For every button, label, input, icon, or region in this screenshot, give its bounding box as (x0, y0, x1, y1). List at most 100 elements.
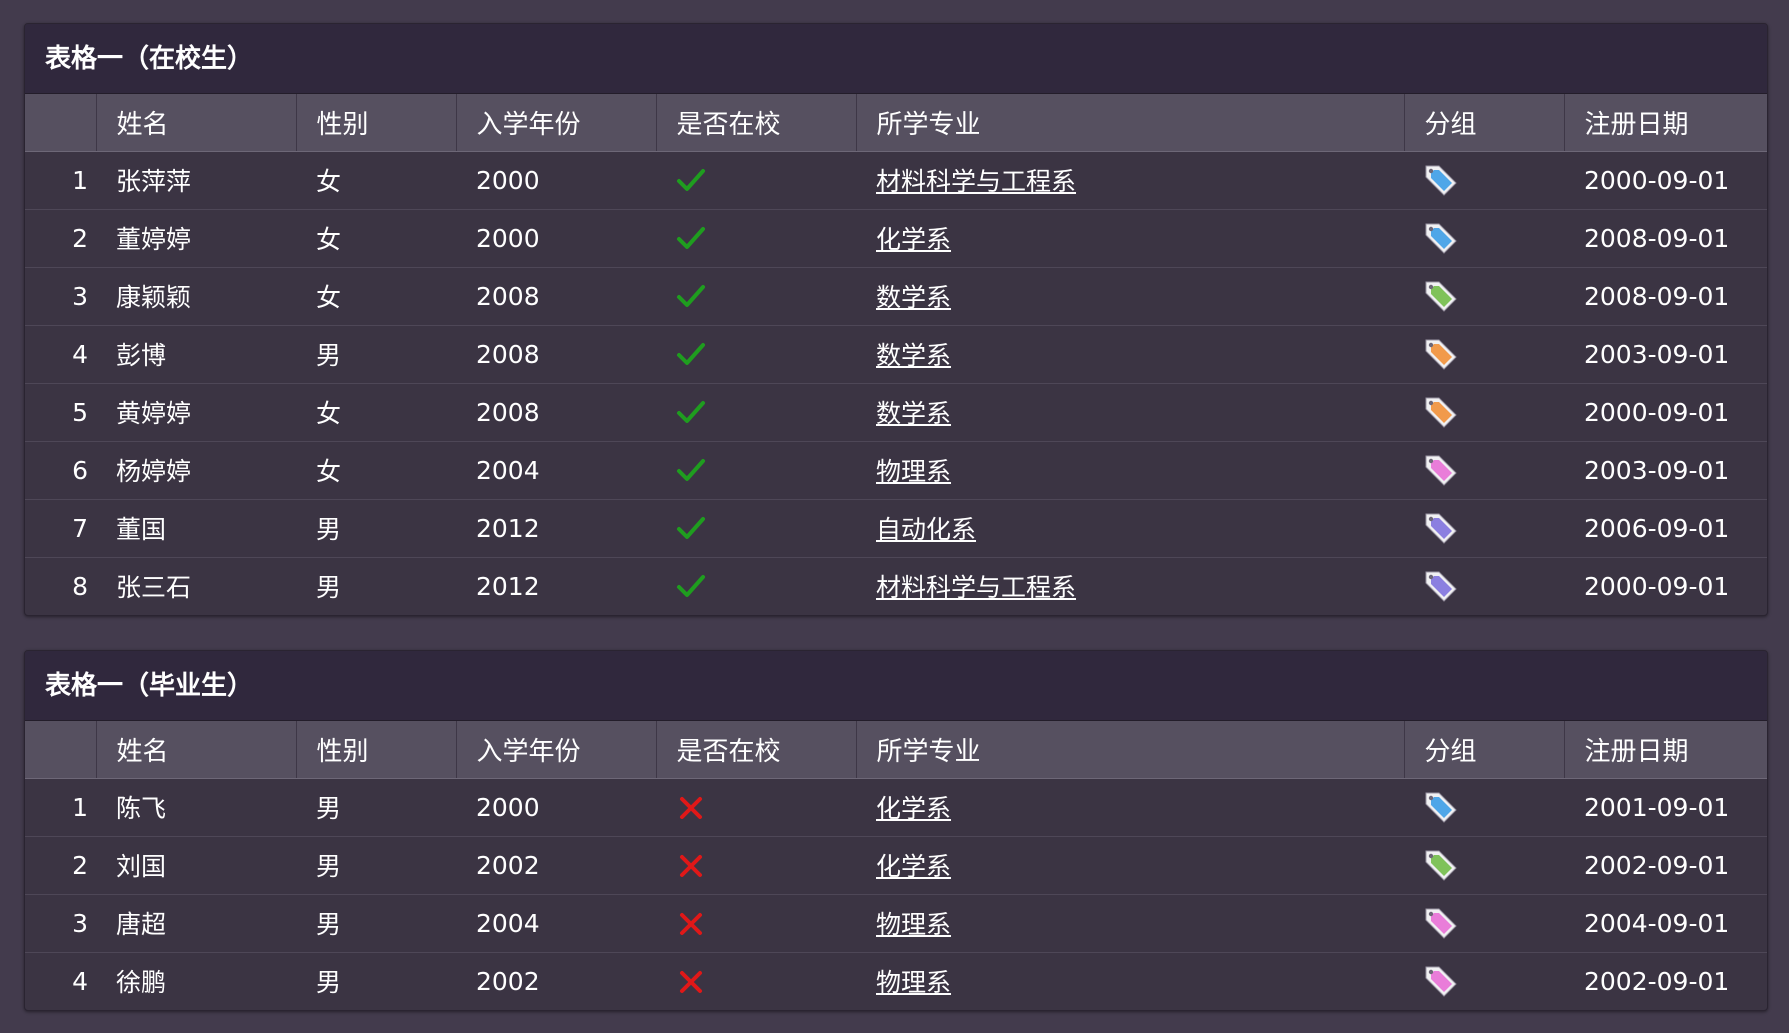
cell-name: 董国 (96, 498, 296, 557)
major-link[interactable]: 数学系 (876, 283, 951, 312)
row-index: 8 (25, 556, 96, 615)
cell-date: 2003-09-01 (1564, 440, 1767, 499)
table-row[interactable]: 2 刘国男 2002 化学系 2002-09-01 (25, 835, 1767, 894)
column-header-group[interactable]: 分组 (1404, 94, 1565, 152)
row-index: 1 (72, 165, 88, 195)
cell-name: 张三石 (96, 556, 296, 615)
tag-pink-icon (1425, 966, 1457, 997)
cell-major: 自动化系 (856, 498, 1404, 557)
cell-enrolled-status (656, 208, 856, 267)
column-header-date[interactable]: 注册日期 (1564, 721, 1767, 779)
cell-date: 2000-09-01 (1564, 556, 1767, 615)
cell-name: 杨婷婷 (96, 440, 296, 499)
cell-date: 2008-09-01 (1564, 266, 1767, 325)
tag-purple-icon (1425, 571, 1457, 602)
check-icon (677, 400, 705, 423)
table-row[interactable]: 3 康颖颖女 2008 数学系 2008-09-01 (25, 266, 1767, 325)
cell-year: 2012 (456, 556, 656, 615)
row-index: 3 (25, 266, 96, 325)
major-link[interactable]: 数学系 (876, 341, 951, 370)
cell-year: 2008 (456, 382, 656, 441)
major-link[interactable]: 材料科学与工程系 (876, 573, 1076, 602)
column-header-major[interactable]: 所学专业 (856, 721, 1405, 779)
column-header-year[interactable]: 入学年份 (456, 721, 657, 779)
cell-name: 彭博 (96, 324, 296, 383)
cell-name: 张萍萍 (116, 167, 192, 196)
cell-major: 材料科学与工程系 (856, 556, 1404, 615)
table-row[interactable]: 6 杨婷婷女 2004 物理系 2003-09-01 (25, 440, 1767, 499)
table-row[interactable]: 4 彭博男 2008 数学系 2003-09-01 (25, 324, 1767, 383)
table-row[interactable]: 3 唐超男 2004 物理系 2004-09-01 (25, 893, 1767, 952)
row-index: 4 (25, 324, 96, 383)
tag-pink-icon (1425, 908, 1457, 939)
table-panel-current-students: 表格一（在校生） 姓名 性别 入学年份 是否在校 所学专业 分组 注册日期 1张… (24, 23, 1768, 616)
major-link[interactable]: 化学系 (876, 852, 951, 881)
cell-date: 2000-09-01 (1564, 382, 1767, 441)
cross-icon (680, 854, 702, 877)
column-header-name[interactable]: 姓名 (96, 94, 297, 152)
cell-major: 数学系 (856, 324, 1404, 383)
panel-title: 表格一（在校生） (25, 24, 1767, 94)
table-row[interactable]: 4 徐鹏男 2002 物理系 2002-09-01 (25, 951, 1767, 1010)
column-header-year[interactable]: 入学年份 (456, 94, 657, 152)
cell-major: 化学系 (856, 778, 1404, 836)
tag-pink-icon (1425, 455, 1457, 486)
cell-year: 2002 (456, 835, 656, 894)
cell-sex: 女 (296, 440, 456, 499)
cell-group (1404, 151, 1564, 209)
cell-group (1404, 208, 1564, 267)
cell-date: 2002-09-01 (1564, 951, 1767, 1010)
column-header-enrolled[interactable]: 是否在校 (656, 721, 857, 779)
tag-blue-icon (1425, 165, 1457, 196)
cell-group (1404, 498, 1564, 557)
table-row[interactable]: 8 张三石男 2012 材料科学与工程系 2000-09-01 (25, 556, 1767, 615)
cell-date: 2002-09-01 (1564, 835, 1767, 894)
cell-group (1404, 835, 1564, 894)
cell-sex: 男 (296, 951, 456, 1010)
row-index: 4 (25, 951, 96, 1010)
table-row[interactable]: 1 张萍萍 女 2000 材料科学与工程系 2000-09-01 (25, 151, 1767, 209)
cell-group (1404, 440, 1564, 499)
table-row[interactable]: 1 陈飞 男 2000 化学系 2001-09-01 (25, 778, 1767, 836)
table-row[interactable]: 2 董婷婷女 2000 化学系 2008-09-01 (25, 208, 1767, 267)
students-table: 姓名 性别 入学年份 是否在校 所学专业 分组 注册日期 1 陈飞男 2000 化学系… (25, 721, 1767, 1010)
cell-name: 唐超 (96, 893, 296, 952)
cell-major: 数学系 (856, 382, 1404, 441)
table-row[interactable]: 5 黄婷婷女 2008 数学系 2000-09-01 (25, 382, 1767, 441)
cell-date: 2006-09-01 (1564, 498, 1767, 557)
students-table: 姓名 性别 入学年份 是否在校 所学专业 分组 注册日期 1 张萍萍女 2000 材料… (25, 94, 1767, 615)
major-link[interactable]: 化学系 (876, 225, 951, 254)
major-link[interactable]: 物理系 (876, 968, 951, 997)
cell-enrolled-status (656, 151, 856, 209)
check-icon (677, 574, 705, 597)
cell-year: 2012 (456, 498, 656, 557)
cell-year: 2008 (456, 266, 656, 325)
cell-group (1404, 324, 1564, 383)
cell-major: 数学系 (856, 266, 1404, 325)
major-link[interactable]: 材料科学与工程系 (876, 167, 1076, 196)
major-link[interactable]: 化学系 (876, 794, 951, 823)
cell-year: 2000 (456, 208, 656, 267)
major-link[interactable]: 物理系 (876, 910, 951, 939)
column-header-group[interactable]: 分组 (1404, 721, 1565, 779)
check-icon (677, 284, 705, 307)
cell-name: 黄婷婷 (96, 382, 296, 441)
column-header-major[interactable]: 所学专业 (856, 94, 1405, 152)
row-index: 5 (25, 382, 96, 441)
table-panel-graduates: 表格一（毕业生） 姓名 性别 入学年份 是否在校 所学专业 分组 注册日期 1陈… (24, 650, 1768, 1011)
cell-enrolled-status (656, 324, 856, 383)
cell-year: 2002 (456, 951, 656, 1010)
major-link[interactable]: 自动化系 (876, 515, 976, 544)
table-row[interactable]: 7 董国男 2012 自动化系 2006-09-01 (25, 498, 1767, 557)
major-link[interactable]: 物理系 (876, 457, 951, 486)
major-link[interactable]: 数学系 (876, 399, 951, 428)
column-header-sex[interactable]: 性别 (296, 94, 457, 152)
cell-enrolled-status (656, 498, 856, 557)
cell-year: 2000 (476, 165, 540, 195)
column-header-name[interactable]: 姓名 (96, 721, 297, 779)
cell-group (1404, 556, 1564, 615)
tag-green-icon (1425, 850, 1457, 881)
column-header-sex[interactable]: 性别 (296, 721, 457, 779)
column-header-date[interactable]: 注册日期 (1564, 94, 1767, 152)
column-header-enrolled[interactable]: 是否在校 (656, 94, 857, 152)
